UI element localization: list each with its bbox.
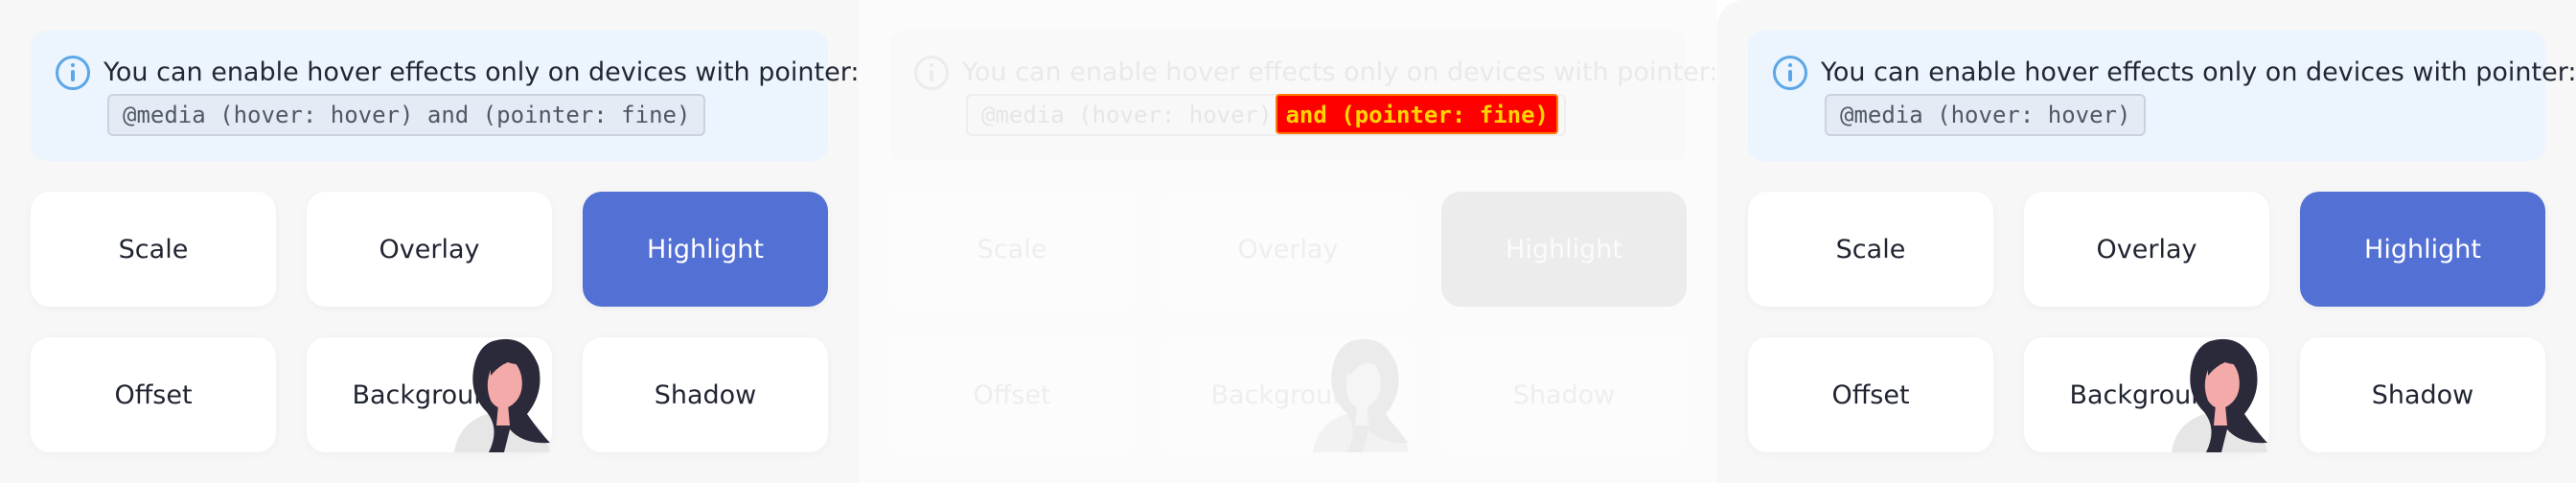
media-query-code-base: @media (hover: hover) <box>981 102 1273 128</box>
notice-text: You can enable hover effects only on dev… <box>104 58 860 87</box>
background-button[interactable]: Background <box>307 337 552 452</box>
background-button[interactable]: Background <box>2024 337 2269 452</box>
info-notice: You can enable hover effects only on dev… <box>31 31 859 161</box>
info-icon <box>56 56 90 90</box>
highlight-button[interactable]: Highlight <box>2300 192 2545 307</box>
overlay-button[interactable]: Overlay <box>2024 192 2269 307</box>
info-icon <box>1773 56 1807 90</box>
scale-button[interactable]: Scale <box>31 192 276 307</box>
shadow-button[interactable]: Shadow <box>583 337 828 452</box>
notice-text: You can enable hover effects only on dev… <box>1821 58 2576 87</box>
demo-panel-1: You can enable hover effects only on dev… <box>0 0 859 483</box>
overlay-button[interactable]: Overlay <box>1165 192 1411 307</box>
notice-text: You can enable hover effects only on dev… <box>962 58 1718 87</box>
scale-button[interactable]: Scale <box>889 192 1135 307</box>
media-query-code: @media (hover: hover) and (pointer: fine… <box>107 94 706 136</box>
overlay-button[interactable]: Overlay <box>307 192 552 307</box>
info-notice: You can enable hover effects only on dev… <box>1748 31 2576 161</box>
info-icon <box>914 56 949 90</box>
media-query-code-highlight: and (pointer: fine) <box>1276 94 1558 134</box>
highlight-button[interactable]: Highlight <box>583 192 828 307</box>
info-notice: You can enable hover effects only on dev… <box>889 31 1717 161</box>
offset-button[interactable]: Offset <box>889 337 1135 452</box>
scale-button[interactable]: Scale <box>1748 192 1993 307</box>
shadow-button[interactable]: Shadow <box>2300 337 2545 452</box>
shadow-button[interactable]: Shadow <box>1441 337 1687 452</box>
offset-button[interactable]: Offset <box>31 337 276 452</box>
highlight-button[interactable]: Highlight <box>1441 192 1687 307</box>
media-query-code: @media (hover: hover) <box>1825 94 2147 136</box>
offset-button[interactable]: Offset <box>1748 337 1993 452</box>
demo-panel-2: You can enable hover effects only on dev… <box>859 0 1717 483</box>
media-query-code: @media (hover: hover) and (pointer: fine) <box>966 94 1566 136</box>
demo-panel-3: You can enable hover effects only on dev… <box>1717 0 2576 483</box>
background-button[interactable]: Background <box>1165 337 1411 452</box>
